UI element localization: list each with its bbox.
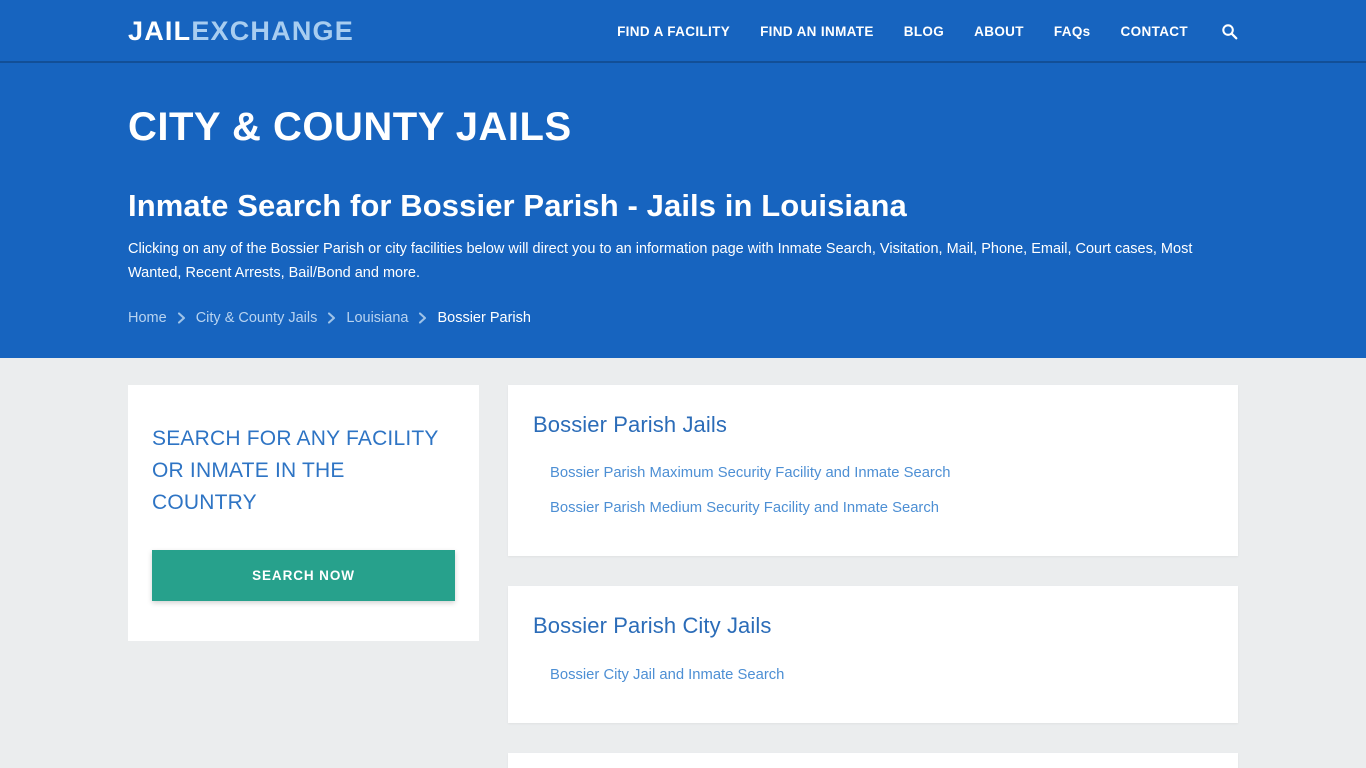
main-navigation: FIND A FACILITY FIND AN INMATE BLOG ABOU… <box>602 23 1238 40</box>
site-header: JAILEXCHANGE FIND A FACILITY FIND AN INM… <box>0 0 1366 63</box>
list-item: Bossier Parish Maximum Security Facility… <box>533 456 1213 491</box>
list-item: Bossier City Jail and Inmate Search <box>533 658 1213 693</box>
card-bossier-parish-juvenile-facilities: Bossier Parish Juvenile Facilities <box>508 752 1238 768</box>
page-description: Clicking on any of the Bossier Parish or… <box>128 241 1193 281</box>
breadcrumb-item-louisiana[interactable]: Louisiana <box>346 310 408 326</box>
nav-find-an-inmate[interactable]: FIND AN INMATE <box>745 24 889 39</box>
list-item: Bossier Parish Medium Security Facility … <box>533 491 1213 526</box>
facility-link[interactable]: Bossier Parish Maximum Security Facility… <box>533 456 950 491</box>
chevron-right-icon <box>317 312 346 324</box>
breadcrumb: Home City & County Jails Louisiana Bossi… <box>128 285 1238 326</box>
page-title: Inmate Search for Bossier Parish - Jails… <box>128 188 907 223</box>
nav-about[interactable]: ABOUT <box>959 24 1039 39</box>
nav-contact[interactable]: CONTACT <box>1106 24 1203 39</box>
breadcrumb-item-home[interactable]: Home <box>128 310 167 326</box>
breadcrumb-item-city-county-jails[interactable]: City & County Jails <box>196 310 318 326</box>
sidebar-title: SEARCH FOR ANY FACILITY OR INMATE IN THE… <box>152 427 439 514</box>
card-title: Bossier Parish Jails <box>533 412 727 437</box>
card-title: Bossier Parish City Jails <box>533 613 772 639</box>
site-logo[interactable]: JAILEXCHANGE <box>128 18 354 45</box>
chevron-right-icon <box>167 312 196 324</box>
chevron-right-icon <box>408 312 437 324</box>
main-content: SEARCH FOR ANY FACILITY OR INMATE IN THE… <box>0 358 1366 768</box>
facility-link[interactable]: Bossier Parish Medium Security Facility … <box>533 491 939 526</box>
card-bossier-parish-jails: Bossier Parish Jails Bossier Parish Maxi… <box>508 385 1238 557</box>
search-icon[interactable] <box>1203 23 1238 40</box>
facility-cards-column: Bossier Parish Jails Bossier Parish Maxi… <box>508 385 1238 768</box>
card-bossier-parish-city-jails: Bossier Parish City Jails Bossier City J… <box>508 586 1238 723</box>
hero-section: CITY & COUNTY JAILS Inmate Search for Bo… <box>0 63 1366 358</box>
card-link-list: Bossier City Jail and Inmate Search <box>533 658 1213 693</box>
facility-link[interactable]: Bossier City Jail and Inmate Search <box>533 658 784 693</box>
page-kicker: CITY & COUNTY JAILS <box>128 105 572 149</box>
nav-find-a-facility[interactable]: FIND A FACILITY <box>602 24 745 39</box>
sidebar-search-panel: SEARCH FOR ANY FACILITY OR INMATE IN THE… <box>128 385 479 641</box>
card-link-list: Bossier Parish Maximum Security Facility… <box>533 456 1213 526</box>
logo-text-primary: JAIL <box>128 16 192 46</box>
breadcrumb-item-current: Bossier Parish <box>437 310 531 327</box>
nav-faqs[interactable]: FAQs <box>1039 24 1106 39</box>
logo-text-secondary: EXCHANGE <box>191 16 354 46</box>
search-now-button[interactable]: SEARCH NOW <box>152 549 455 601</box>
nav-blog[interactable]: BLOG <box>889 24 959 39</box>
